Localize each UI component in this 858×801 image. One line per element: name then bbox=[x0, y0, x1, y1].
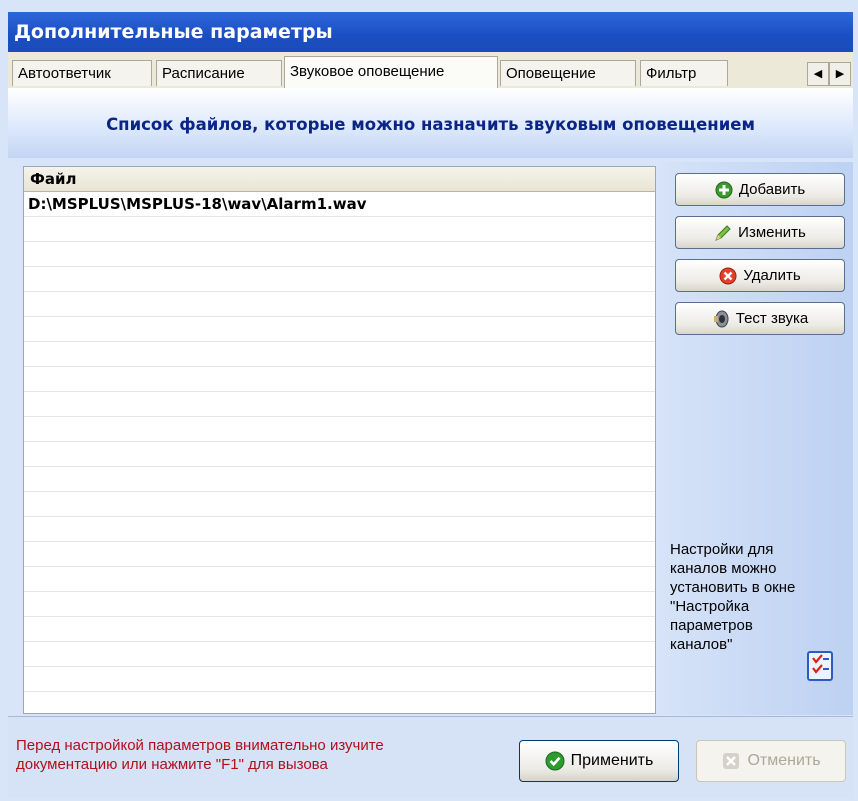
delete-button-label: Удалить bbox=[743, 267, 801, 284]
delete-button[interactable]: Удалить bbox=[675, 259, 845, 292]
footer-message-line: Перед настройкой параметров внимательно … bbox=[16, 737, 384, 754]
cancel-button[interactable]: Отменить bbox=[696, 740, 846, 782]
test-sound-button[interactable]: Тест звука bbox=[675, 302, 845, 335]
channel-settings-note: Настройки для каналов можно установить в… bbox=[670, 540, 850, 654]
check-circle-icon bbox=[545, 751, 565, 771]
tab-autoresponder[interactable]: Автоответчик bbox=[12, 60, 152, 86]
add-button[interactable]: Добавить bbox=[675, 173, 845, 206]
delete-circle-icon bbox=[719, 267, 737, 285]
section-header: Список файлов, которые можно назначить з… bbox=[8, 88, 853, 158]
arrow-right-icon[interactable]: ▶ bbox=[829, 62, 851, 86]
column-header-file[interactable]: Файл bbox=[24, 167, 655, 192]
edit-button[interactable]: Изменить bbox=[675, 216, 845, 249]
dialog-window: Дополнительные параметры Автоответчик Ра… bbox=[0, 0, 858, 801]
table-row-empty[interactable] bbox=[24, 242, 655, 267]
pencil-icon bbox=[714, 224, 732, 242]
table-row-empty[interactable] bbox=[24, 667, 655, 692]
table-row-empty[interactable] bbox=[24, 642, 655, 667]
section-header-text: Список файлов, которые можно назначить з… bbox=[106, 115, 755, 134]
note-line: установить в окне bbox=[670, 579, 796, 596]
speaker-icon bbox=[712, 310, 730, 328]
table-row-empty[interactable] bbox=[24, 517, 655, 542]
test-sound-button-label: Тест звука bbox=[735, 310, 809, 327]
table-row-empty[interactable] bbox=[24, 542, 655, 567]
table-row-empty[interactable] bbox=[24, 417, 655, 442]
note-line: параметров bbox=[670, 617, 753, 634]
edit-button-label: Изменить bbox=[738, 224, 806, 241]
table-row-empty[interactable] bbox=[24, 692, 655, 713]
plus-circle-icon bbox=[715, 181, 733, 199]
table-row-empty[interactable] bbox=[24, 317, 655, 342]
table-row-empty[interactable] bbox=[24, 292, 655, 317]
cancel-icon bbox=[721, 751, 741, 771]
footer-message-line: документацию или нажмите "F1" для вызова bbox=[16, 756, 328, 773]
window-title: Дополнительные параметры bbox=[8, 12, 853, 52]
tab-strip: Автоответчик Расписание Звуковое оповеще… bbox=[8, 52, 853, 88]
note-line: каналов можно bbox=[670, 560, 777, 577]
table-row-empty[interactable] bbox=[24, 617, 655, 642]
apply-button-label: Применить bbox=[570, 752, 654, 769]
note-line: Настройки для bbox=[670, 541, 774, 558]
apply-button[interactable]: Применить bbox=[519, 740, 679, 782]
tab-notification[interactable]: Оповещение bbox=[500, 60, 636, 86]
tab-sound-alert[interactable]: Звуковое оповещение bbox=[284, 56, 498, 88]
tab-schedule[interactable]: Расписание bbox=[156, 60, 282, 86]
table-row[interactable]: D:\MSPLUS\MSPLUS-18\wav\Alarm1.wav bbox=[24, 192, 655, 217]
table-row-empty[interactable] bbox=[24, 367, 655, 392]
table-row-empty[interactable] bbox=[24, 392, 655, 417]
table-row-empty[interactable] bbox=[24, 492, 655, 517]
footer-message: Перед настройкой параметров внимательно … bbox=[16, 736, 384, 774]
cancel-button-label: Отменить bbox=[747, 752, 821, 769]
table-row-empty[interactable] bbox=[24, 217, 655, 242]
add-button-label: Добавить bbox=[738, 181, 806, 198]
file-list-table[interactable]: Файл D:\MSPLUS\MSPLUS-18\wav\Alarm1.wav bbox=[23, 166, 656, 714]
tab-scroll-arrows: ◀ ▶ bbox=[807, 62, 851, 86]
table-row-empty[interactable] bbox=[24, 592, 655, 617]
tab-filter[interactable]: Фильтр bbox=[640, 60, 728, 86]
checklist-icon[interactable] bbox=[806, 650, 834, 682]
table-row-empty[interactable] bbox=[24, 467, 655, 492]
table-row-empty[interactable] bbox=[24, 567, 655, 592]
table-row-empty[interactable] bbox=[24, 267, 655, 292]
table-row-empty[interactable] bbox=[24, 442, 655, 467]
table-row-empty[interactable] bbox=[24, 342, 655, 367]
note-line: "Настройка bbox=[670, 598, 750, 615]
arrow-left-icon[interactable]: ◀ bbox=[807, 62, 829, 86]
